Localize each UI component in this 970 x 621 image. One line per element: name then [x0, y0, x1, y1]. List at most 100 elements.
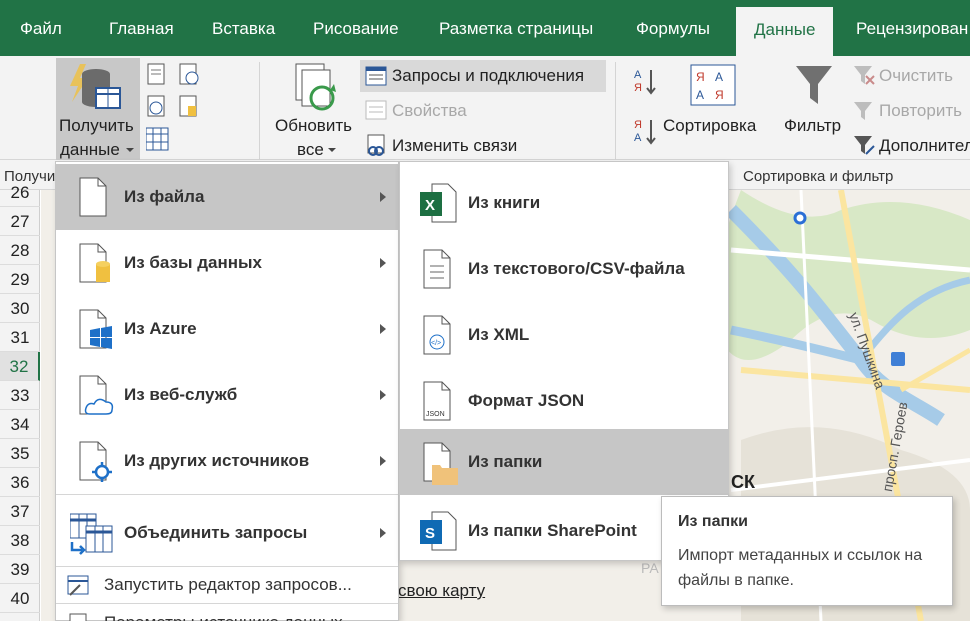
row-header-selected[interactable]: 32 [0, 352, 40, 381]
tooltip-body: Импорт метаданных и ссылок на файлы в па… [678, 547, 923, 589]
svg-text:А: А [634, 132, 642, 144]
tab-page-layout[interactable]: Разметка страницы [439, 0, 593, 56]
menu-item-from-web-services[interactable]: Из веб-служб [56, 362, 398, 428]
menu-item-json[interactable]: JSON Формат JSON [400, 368, 728, 434]
row-header[interactable]: 34 [0, 410, 40, 439]
svg-text:Я: Я [634, 82, 642, 94]
menu-separator [56, 494, 398, 495]
tab-file[interactable]: Файл [20, 0, 62, 56]
combine-icon [70, 513, 113, 555]
tab-data[interactable]: Данные [736, 7, 834, 56]
row-header[interactable]: 37 [0, 497, 40, 526]
row-header[interactable]: 38 [0, 526, 40, 555]
data-source-settings-icon [69, 613, 87, 621]
submenu-arrow-icon [380, 390, 386, 400]
map-link[interactable]: свою карту [398, 581, 485, 601]
row-header[interactable]: 39 [0, 555, 40, 584]
svg-text:Я: Я [696, 70, 705, 84]
sort-az-icon[interactable]: А Я Я А [633, 66, 659, 150]
cloud-icon [79, 375, 114, 415]
get-data-label: Получить [59, 116, 134, 135]
svg-text:S: S [425, 525, 435, 542]
row-header[interactable]: 36 [0, 468, 40, 497]
tab-draw[interactable]: Рисование [313, 0, 399, 56]
menu-item-label: Объединить запросы [124, 523, 308, 542]
submenu-arrow-icon [380, 192, 386, 202]
menu-item-label: Из других источников [124, 451, 310, 470]
row-header[interactable]: 33 [0, 381, 40, 410]
row-header[interactable]: 26 [0, 178, 40, 207]
menu-item-from-folder[interactable]: Из папки [400, 429, 728, 495]
menu-item-from-database[interactable]: Из базы данных [56, 230, 398, 296]
tab-insert[interactable]: Вставка [212, 0, 275, 56]
menu-item-from-workbook[interactable]: X Из книги [400, 170, 728, 236]
row-header[interactable]: 40 [0, 584, 40, 613]
ribbon-tabs: Файл Главная Вставка Рисование Разметка … [0, 0, 970, 56]
menu-item-label: Из текстового/CSV-файла [468, 259, 685, 278]
folder-icon [423, 442, 458, 485]
filter-actions-icons [854, 66, 875, 155]
menu-item-label: Из базы данных [124, 253, 263, 272]
clear-button[interactable]: Очистить [879, 66, 953, 86]
tooltip: Из папки Импорт метаданных и ссылок на ф… [661, 496, 953, 606]
svg-text:Я: Я [634, 119, 642, 131]
properties-button[interactable]: Свойства [392, 101, 467, 121]
menu-item-data-source-settings[interactable]: Параметры источника данных... [56, 605, 398, 621]
tab-formulas[interactable]: Формулы [636, 0, 710, 56]
queries-icon [365, 66, 387, 86]
get-data-menu: Из файла Из базы данных Из Azure Из веб-… [55, 161, 399, 621]
row-header[interactable]: 31 [0, 323, 40, 352]
tooltip-title: Из папки [678, 513, 748, 530]
menu-item-from-azure[interactable]: Из Azure [56, 296, 398, 362]
submenu-arrow-icon [380, 528, 386, 538]
filter-label: Фильтр [784, 116, 842, 135]
row-header[interactable]: 30 [0, 294, 40, 323]
submenu-arrow-icon [380, 456, 386, 466]
tab-review[interactable]: Рецензирован [856, 0, 968, 56]
refresh-icon[interactable] [292, 62, 340, 114]
filter-icon[interactable] [794, 64, 834, 108]
queries-connections-label: Запросы и подключения [392, 66, 585, 85]
ribbon-separator [259, 62, 260, 162]
refresh-label-2: все [297, 140, 324, 159]
svg-text:X: X [425, 197, 435, 214]
row-header[interactable]: 28 [0, 236, 40, 265]
map-city-label: СК [731, 472, 755, 492]
row-header[interactable]: 35 [0, 439, 40, 468]
menu-item-launch-query-editor[interactable]: Запустить редактор запросов... [56, 567, 398, 603]
menu-item-combine-queries[interactable]: Объединить запросы [56, 500, 398, 566]
group-label-sort-filter: Сортировка и фильтр [743, 168, 894, 185]
menu-item-label: Параметры источника данных... [104, 605, 357, 621]
menu-item-label: Формат JSON [468, 391, 585, 410]
edit-links-button[interactable]: Изменить связи [392, 136, 517, 156]
excel-icon: X [420, 183, 457, 223]
json-icon: JSON [423, 381, 451, 421]
svg-text:Я: Я [715, 88, 724, 102]
menu-item-from-file[interactable]: Из файла [56, 164, 398, 230]
azure-icon [79, 309, 112, 349]
reapply-button[interactable]: Повторить [879, 101, 962, 121]
menu-item-from-text-csv[interactable]: Из текстового/CSV-файла [400, 236, 728, 302]
quick-data-icons [146, 63, 199, 151]
advanced-button[interactable]: Дополнительно [879, 136, 970, 156]
get-data-label-2: данные [60, 140, 120, 159]
menu-item-from-other-sources[interactable]: Из других источников [56, 428, 398, 494]
row-headers: 26 27 28 29 30 31 32 33 34 35 36 37 38 3… [0, 183, 40, 621]
get-data-icon [70, 64, 121, 109]
submenu-arrow-icon [380, 324, 386, 334]
refresh-label: Обновить [275, 116, 352, 135]
row-header[interactable]: 27 [0, 207, 40, 236]
svg-text:А: А [634, 69, 642, 81]
menu-item-label: Из XML [468, 325, 530, 344]
sort-dialog-icon: Я А А Я [690, 64, 736, 106]
svg-text:А: А [715, 70, 723, 84]
sort-button[interactable]: Сортировка [663, 116, 756, 136]
svg-text:А: А [696, 88, 704, 102]
edit-links-icon [367, 134, 385, 156]
text-file-icon [423, 249, 451, 289]
row-header[interactable]: 29 [0, 265, 40, 294]
menu-item-label: Из Azure [124, 319, 197, 338]
other-sources-icon [79, 441, 112, 482]
tab-home[interactable]: Главная [109, 0, 174, 56]
menu-item-from-xml[interactable]: </> Из XML [400, 302, 728, 368]
